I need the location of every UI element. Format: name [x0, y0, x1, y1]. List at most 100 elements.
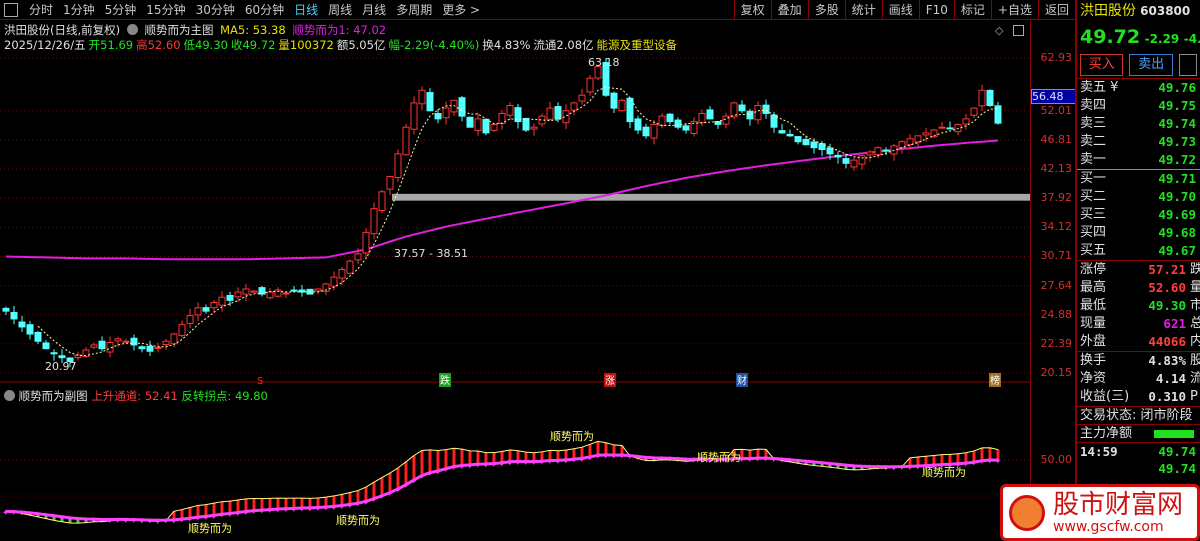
bids-row: 买二 49.70	[1077, 188, 1200, 206]
candle-body	[786, 133, 794, 137]
candle-body	[642, 126, 650, 137]
sub-chart-header: 顺势而为副图 上升通道: 52.41 反转拐点: 49.80	[4, 388, 268, 404]
row-value: 49.30	[1148, 298, 1186, 313]
row-value: 0.310	[1148, 389, 1186, 404]
row-label-2: 量	[1190, 280, 1200, 295]
candle-body	[90, 344, 98, 348]
axis-tick: 34.12	[1040, 220, 1073, 234]
row-value: 4.83%	[1148, 353, 1186, 368]
candle-body	[194, 307, 202, 316]
panel-change: -2.29	[1144, 32, 1180, 46]
axis-tick: 24.88	[1040, 307, 1073, 321]
candle-body	[186, 315, 194, 324]
candle-body	[842, 158, 850, 164]
row-label-2: 市	[1190, 298, 1200, 313]
stats-row: 现量 621 总	[1077, 315, 1200, 333]
row-label: 卖四	[1080, 98, 1107, 113]
candle-body	[794, 136, 802, 143]
row-label: 净资	[1080, 371, 1107, 386]
bids-row: 买五 49.67	[1077, 242, 1200, 260]
candle-body	[490, 123, 498, 131]
high-annotation: 63.18	[588, 56, 620, 69]
sub-indicator-name[interactable]: 顺势而为副图	[19, 389, 88, 403]
candle-body	[218, 296, 226, 306]
sell-button[interactable]: 卖出	[1129, 54, 1173, 76]
candle-body	[362, 231, 370, 254]
row-label: 最低	[1080, 298, 1107, 313]
candle-body	[346, 260, 354, 274]
row-label: 现量	[1080, 316, 1107, 331]
candle-body	[570, 102, 578, 111]
candle-body	[450, 99, 458, 113]
trade-status: 交易状态: 闭市阶段	[1077, 406, 1200, 424]
candle-body	[426, 92, 434, 112]
row-value: 52.60	[1148, 280, 1186, 295]
candle-body	[98, 340, 106, 350]
candle-body	[482, 118, 490, 134]
candle-body	[546, 107, 554, 120]
panel-pct: -4.4	[1183, 32, 1200, 46]
row-value: 49.70	[1158, 189, 1196, 204]
candle-body	[658, 115, 666, 126]
row-value: 49.68	[1158, 225, 1196, 240]
sub-axis-tick: 50.00	[1040, 453, 1073, 466]
candle-body	[266, 291, 274, 299]
row-label: 卖三	[1080, 116, 1107, 131]
stats2-row: 收益(三) 0.310 P	[1077, 388, 1200, 406]
candle-body	[282, 292, 290, 295]
row-value: 49.67	[1158, 243, 1196, 258]
candle-body	[882, 149, 890, 152]
row-label-2: 股	[1190, 353, 1200, 368]
candle-body	[810, 141, 818, 149]
candle-body	[314, 288, 322, 292]
row-label: 买二	[1080, 189, 1107, 204]
candle-body	[554, 106, 562, 120]
kline-chart[interactable]: 63.1820.9737.57 - 38.51S 跌涨财榜✦ ✦ ✦ ✦ ✦ ✦ ✦ ✦ ✦ ✦ ✦ ✦…	[0, 0, 1030, 541]
row-label: 外盘	[1080, 334, 1107, 349]
stats2-row: 换手 4.83% 股	[1077, 352, 1200, 370]
axis-tick: 20.15	[1040, 366, 1073, 379]
bids-row: 买四 49.68	[1077, 224, 1200, 242]
buy-button[interactable]: 买入	[1080, 54, 1124, 76]
sub-signal-label: 顺势而为	[336, 514, 380, 527]
axis-tick: 46.81	[1040, 132, 1073, 146]
candle-body	[402, 126, 410, 156]
candle-body	[154, 346, 162, 349]
candle-body	[242, 288, 250, 295]
candle-body	[122, 340, 130, 343]
row-label: 买一	[1080, 171, 1107, 186]
candle-body	[634, 118, 642, 131]
candle-body	[858, 155, 866, 165]
support-band	[392, 193, 1030, 201]
row-label: 涨停	[1080, 262, 1107, 277]
candle-body	[978, 89, 986, 107]
sub-signal-label: 顺势而为	[922, 466, 966, 479]
candle-body	[434, 113, 442, 120]
candle-body	[506, 105, 514, 116]
toolbar-button[interactable]: 返回	[1037, 0, 1075, 20]
candle-body	[210, 301, 218, 309]
watermark-url: www.gscfw.com	[1053, 518, 1164, 535]
panel-price: 49.72	[1080, 26, 1141, 48]
candle-body	[674, 119, 682, 128]
candle-body	[50, 352, 58, 355]
row-label: 收益(三)	[1080, 389, 1130, 404]
event-marker: 涨	[605, 375, 615, 387]
candle-body	[330, 276, 338, 287]
row-label: 卖一	[1080, 152, 1107, 167]
row-value: 49.76	[1158, 80, 1196, 95]
asks-row: 卖五 ¥ 49.76	[1077, 79, 1200, 97]
row-value: 57.21	[1148, 262, 1186, 277]
row-label: 换手	[1080, 353, 1107, 368]
candle-body	[530, 126, 538, 130]
row-label: 最高	[1080, 280, 1107, 295]
row-value: 49.73	[1158, 134, 1196, 149]
axis-tick: 52.01	[1040, 103, 1073, 117]
main-net-row: 主力净额	[1077, 424, 1200, 442]
event-marker: 跌	[440, 374, 450, 387]
candle-body	[682, 125, 690, 131]
event-marker: 财	[737, 374, 747, 387]
sub-dropdown-icon[interactable]	[4, 390, 15, 401]
row-value: 621	[1163, 316, 1186, 331]
candle-body	[986, 89, 994, 107]
